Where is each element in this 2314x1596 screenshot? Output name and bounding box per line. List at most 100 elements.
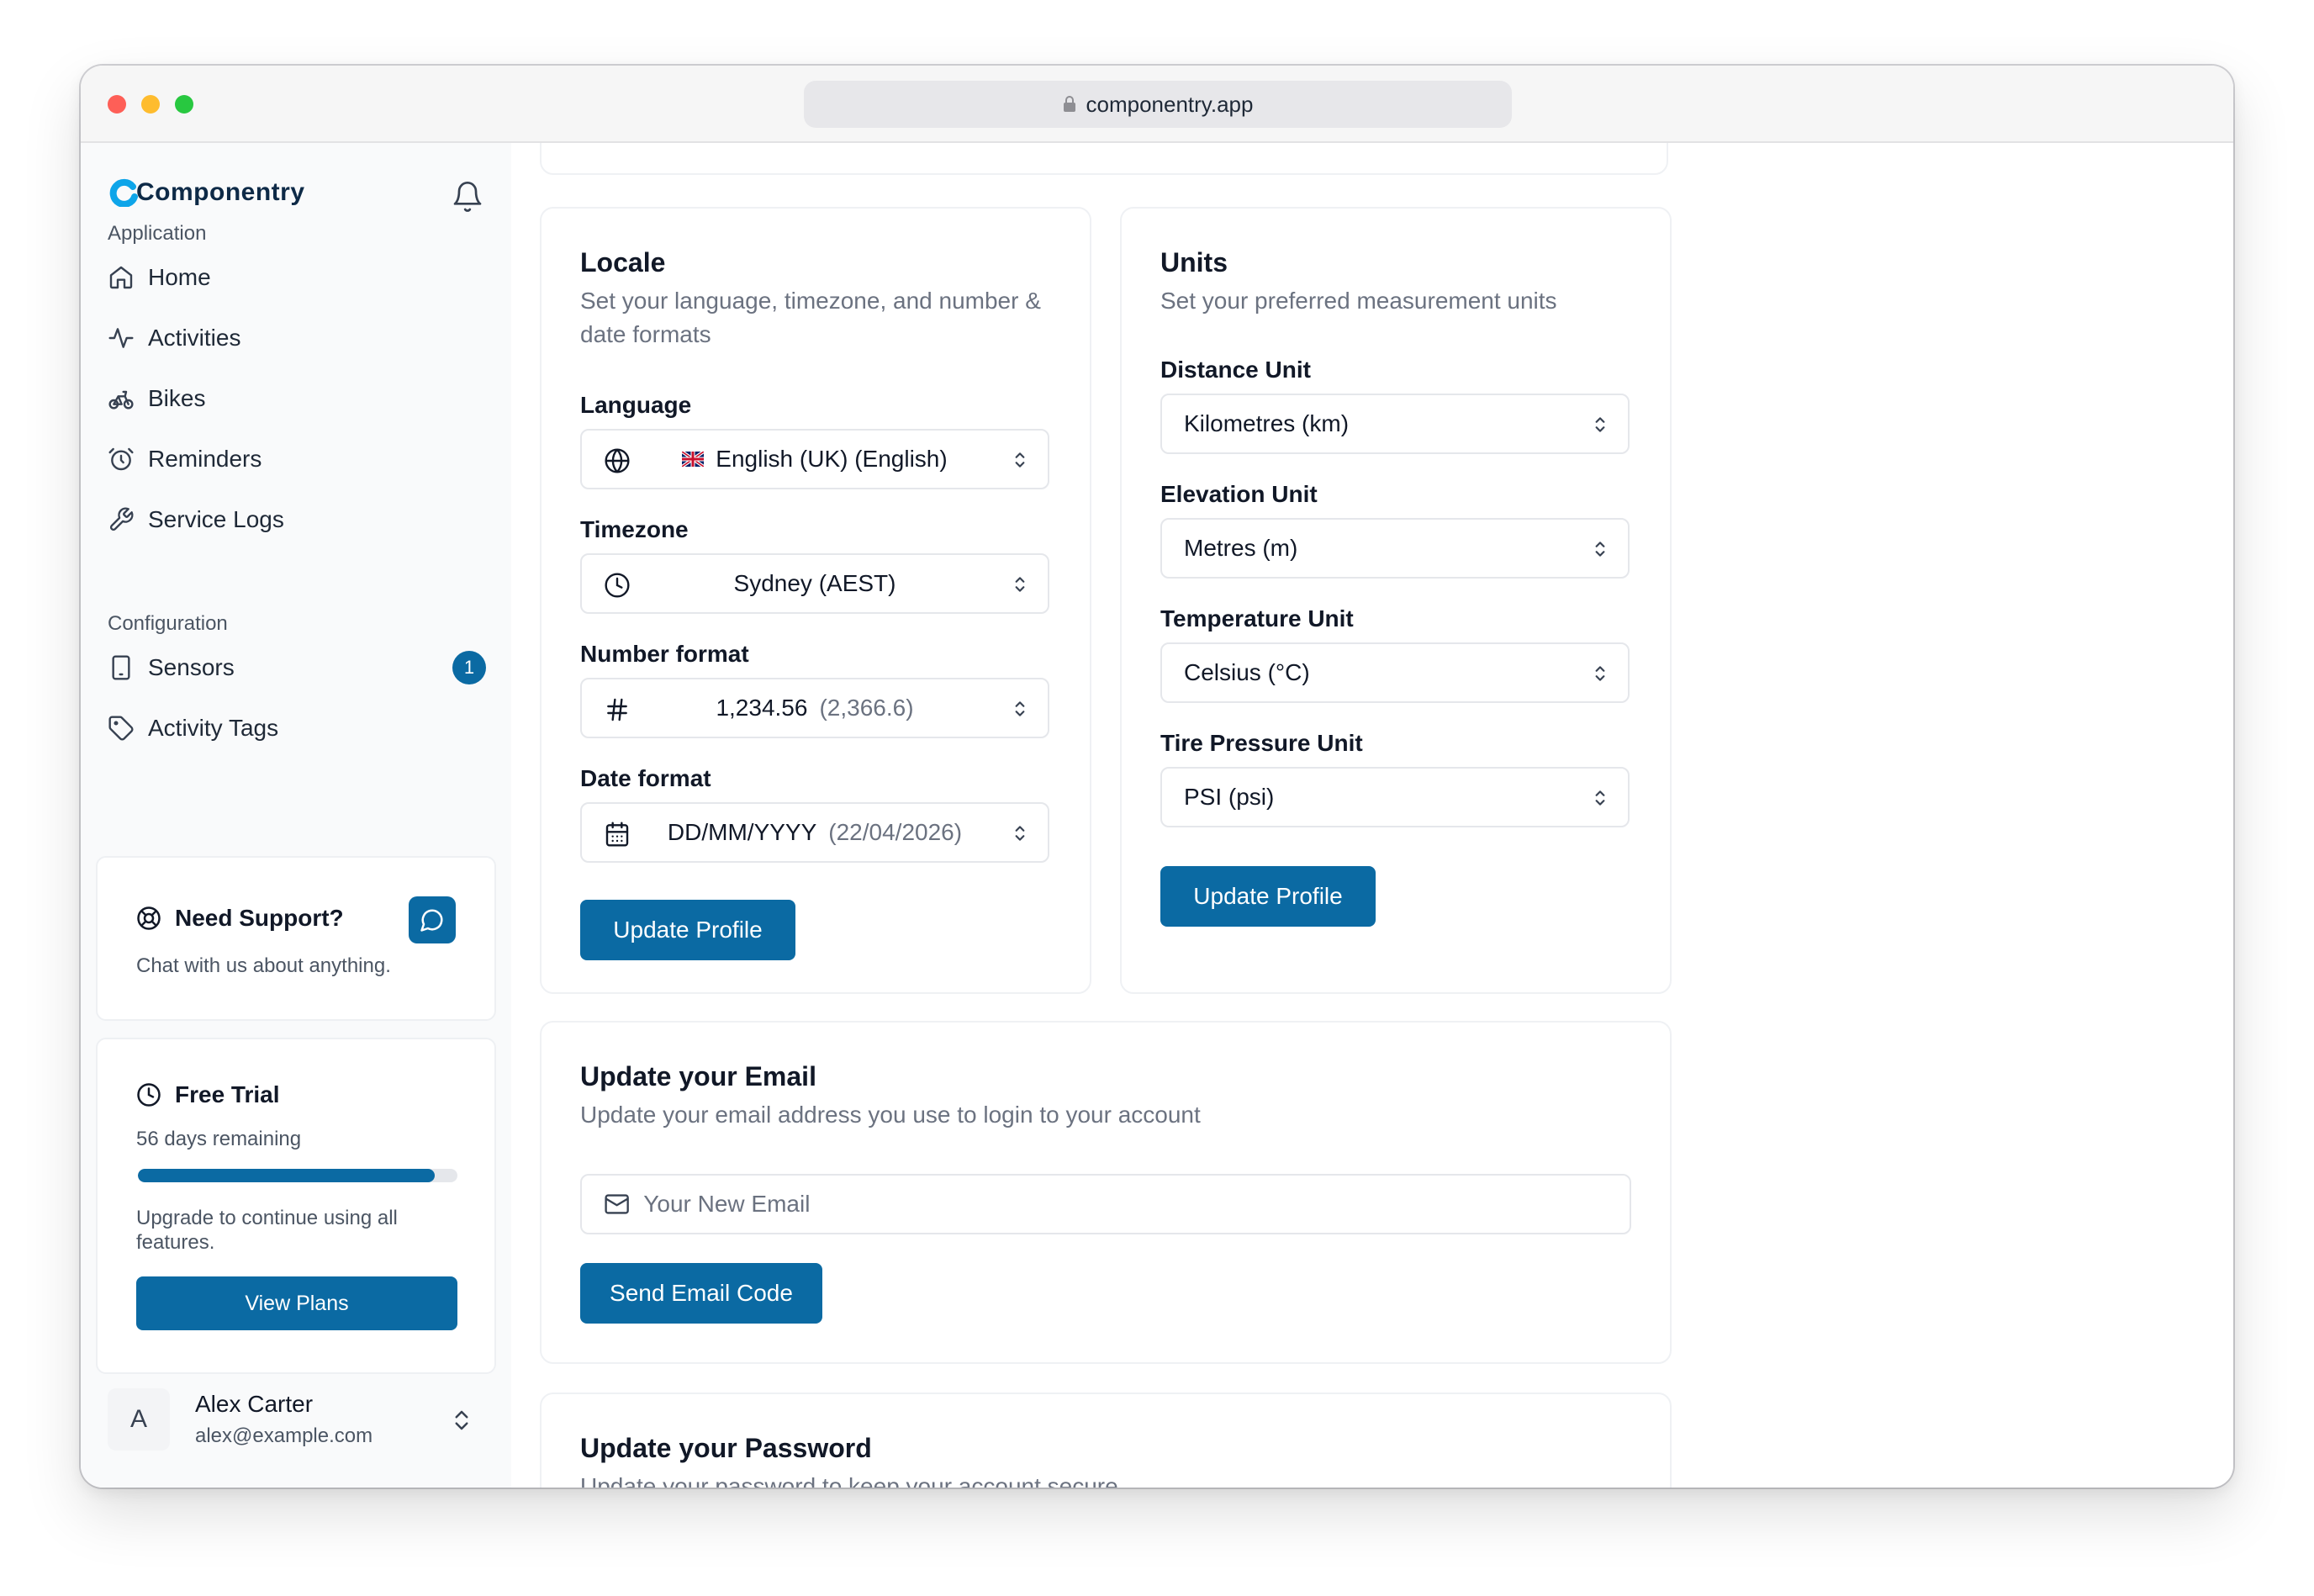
bike-icon <box>108 390 134 410</box>
new-email-input[interactable] <box>643 1191 1630 1218</box>
language-select[interactable]: English (UK) (English) <box>580 429 1049 489</box>
main-content[interactable]: Locale Set your language, timezone, and … <box>511 143 2233 1488</box>
avatar: A <box>108 1388 170 1451</box>
distance-unit-label: Distance Unit <box>1160 357 1311 383</box>
tag-icon <box>108 716 134 741</box>
tire-pressure-unit-value: PSI (psi) <box>1184 784 1275 810</box>
home-icon <box>109 266 133 289</box>
temperature-unit-value: Celsius (°C) <box>1184 659 1310 685</box>
app-name: Componentry <box>136 178 305 206</box>
locale-update-profile-button[interactable]: Update Profile <box>580 900 795 960</box>
number-format-label: Number format <box>580 641 749 667</box>
support-card: Need Support? Chat with us about anythin… <box>96 856 496 1021</box>
mail-icon <box>605 1194 629 1214</box>
tire-pressure-unit-label: Tire Pressure Unit <box>1160 730 1363 756</box>
sidebar-item-sensors[interactable]: Sensors 1 <box>108 644 486 691</box>
address-bar[interactable]: componentry.app <box>804 81 1512 128</box>
bell-icon <box>453 182 482 212</box>
chevron-up-down-icon <box>1015 826 1025 841</box>
previous-section-panel <box>540 143 1668 175</box>
trial-progress-fill <box>138 1169 436 1182</box>
distance-unit-value: Kilometres (km) <box>1184 410 1350 436</box>
distance-unit-select[interactable]: Kilometres (km) <box>1160 394 1630 454</box>
app-logo[interactable]: Componentry <box>109 178 305 207</box>
minimize-window-button[interactable] <box>141 95 160 114</box>
new-email-field[interactable] <box>580 1174 1631 1234</box>
timezone-select[interactable]: Sydney (AEST) <box>580 553 1049 614</box>
sidebar-item-label: Activity Tags <box>148 715 279 741</box>
clock-icon <box>605 573 630 598</box>
sidebar-item-label: Service Logs <box>148 506 284 532</box>
trial-upgrade-text: Upgrade to continue using all features. <box>136 1207 398 1254</box>
alarm-icon <box>108 447 134 471</box>
locale-description: Set your language, timezone, and number … <box>580 288 1041 347</box>
url-text: componentry.app <box>1086 91 1254 117</box>
application-section-label: Application <box>108 222 207 245</box>
support-text: Chat with us about anything. <box>136 954 391 977</box>
units-panel: Units Set your preferred measurement uni… <box>1120 207 1672 994</box>
elevation-unit-label: Elevation Unit <box>1160 481 1318 507</box>
maximize-window-button[interactable] <box>175 95 193 114</box>
calendar-icon <box>605 822 629 847</box>
sidebar-item-label: Activities <box>148 325 241 351</box>
sidebar-item-label: Reminders <box>148 446 262 472</box>
wrench-icon <box>109 507 134 531</box>
sidebar-item-home[interactable]: Home <box>108 254 486 301</box>
tablet-icon <box>112 655 130 680</box>
temperature-unit-select[interactable]: Celsius (°C) <box>1160 642 1630 703</box>
activity-icon <box>108 328 134 348</box>
sidebar-item-label: Bikes <box>148 385 206 411</box>
browser-titlebar: componentry.app <box>81 66 2233 143</box>
user-email: alex@example.com <box>195 1424 373 1447</box>
update-password-panel: Update your Password Update your passwor… <box>540 1393 1672 1488</box>
lifebuoy-icon <box>137 906 161 930</box>
email-section-description: Update your email address you use to log… <box>580 1102 1201 1128</box>
sidebar-item-bikes[interactable]: Bikes <box>108 375 486 422</box>
chevron-up-down-icon <box>1595 790 1605 806</box>
hash-icon <box>607 698 627 721</box>
number-format-select[interactable]: 1,234.56 (2,366.6) <box>580 678 1049 738</box>
timezone-value: Sydney (AEST) <box>733 570 896 596</box>
units-title: Units <box>1160 247 1228 277</box>
view-plans-button[interactable]: View Plans <box>136 1276 457 1330</box>
free-trial-card: Free Trial 56 days remaining Upgrade to … <box>96 1038 496 1374</box>
chevron-up-down-icon <box>1595 542 1605 557</box>
password-section-description: Update your password to keep your accoun… <box>580 1473 1125 1488</box>
tire-pressure-unit-select[interactable]: PSI (psi) <box>1160 767 1630 827</box>
trial-remaining: 56 days remaining <box>136 1128 302 1150</box>
browser-window: componentry.app Componentry Application … <box>81 66 2233 1488</box>
logo-mark-icon <box>109 178 138 207</box>
chat-support-button[interactable] <box>409 896 456 943</box>
password-section-title: Update your Password <box>580 1433 872 1463</box>
uk-flag-icon <box>682 452 705 467</box>
sidebar-item-service-logs[interactable]: Service Logs <box>108 496 486 543</box>
language-label: Language <box>580 392 692 418</box>
notifications-button[interactable] <box>451 178 484 219</box>
sensors-count-badge: 1 <box>452 651 486 684</box>
lock-icon <box>1063 96 1075 112</box>
sidebar-item-label: Home <box>148 264 211 290</box>
sidebar-item-label: Sensors <box>148 654 235 680</box>
language-value: English (UK) (English) <box>716 446 948 472</box>
number-format-value: 1,234.56 <box>716 695 808 721</box>
chevron-up-down-icon <box>1015 452 1025 468</box>
date-format-example: (22/04/2026) <box>828 819 963 845</box>
send-email-code-button[interactable]: Send Email Code <box>580 1263 822 1324</box>
update-email-panel: Update your Email Update your email addr… <box>540 1021 1672 1364</box>
sidebar-item-reminders[interactable]: Reminders <box>108 436 486 483</box>
elevation-unit-select[interactable]: Metres (m) <box>1160 518 1630 579</box>
globe-icon <box>605 448 630 473</box>
support-title: Need Support? <box>136 905 344 932</box>
units-update-profile-button[interactable]: Update Profile <box>1160 866 1376 927</box>
chevron-up-down-icon <box>1595 666 1605 681</box>
sidebar-item-activity-tags[interactable]: Activity Tags <box>108 705 486 752</box>
close-window-button[interactable] <box>108 95 126 114</box>
chevron-up-down-icon <box>1595 417 1605 432</box>
date-format-label: Date format <box>580 765 711 791</box>
temperature-unit-label: Temperature Unit <box>1160 605 1354 632</box>
sidebar: Componentry Application Home Activities … <box>81 143 511 1488</box>
user-name: Alex Carter <box>195 1391 314 1417</box>
date-format-select[interactable]: DD/MM/YYYY (22/04/2026) <box>580 802 1049 863</box>
sidebar-item-activities[interactable]: Activities <box>108 314 486 362</box>
chat-bubble-icon <box>420 909 443 932</box>
